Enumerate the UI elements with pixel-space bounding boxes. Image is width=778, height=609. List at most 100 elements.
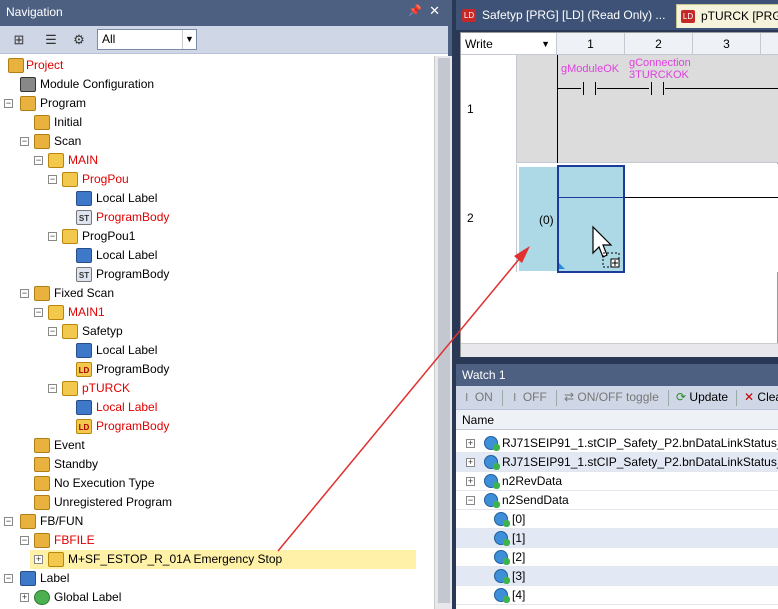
folder-icon bbox=[34, 495, 50, 510]
watch-row[interactable]: + RJ71SEIP91_1.stCIP_Safety_P2.bnDataLin… bbox=[456, 434, 778, 453]
ld-icon: LD bbox=[76, 419, 92, 434]
tree-item-programbody[interactable]: ST ProgramBody bbox=[0, 265, 434, 284]
global-label-icon bbox=[484, 474, 500, 489]
tree-item-local-label[interactable]: Local Label bbox=[0, 189, 434, 208]
tree-item-scan[interactable]: − Scan bbox=[0, 132, 434, 151]
clear-button[interactable]: ✕ Clear bbox=[744, 390, 778, 404]
tree-item-local-label[interactable]: Local Label bbox=[0, 398, 434, 417]
tree-item-fb-fun[interactable]: − FB/FUN bbox=[0, 512, 434, 531]
tree-item-main[interactable]: − MAIN bbox=[0, 151, 434, 170]
tab-pturck[interactable]: LD pTURCK [PRG] [LD] bbox=[676, 4, 778, 28]
refresh-icon: ⟳ bbox=[676, 390, 687, 404]
tree-item-emergency-stop-fb[interactable]: + M+SF_ESTOP_R_01A Emergency Stop bbox=[30, 550, 416, 569]
expand-icon[interactable]: + bbox=[466, 458, 475, 467]
watch-row[interactable]: [3] bbox=[456, 567, 778, 586]
project-icon bbox=[8, 58, 24, 73]
collapse-icon[interactable]: − bbox=[20, 137, 29, 146]
collapse-icon[interactable]: − bbox=[4, 517, 13, 526]
folder-icon bbox=[34, 438, 50, 453]
tree-item-initial[interactable]: Initial bbox=[0, 113, 434, 132]
contact-symbol bbox=[663, 82, 664, 95]
watch-row[interactable]: [0] bbox=[456, 510, 778, 529]
expand-icon[interactable]: + bbox=[466, 477, 475, 486]
corner-marker bbox=[559, 263, 565, 269]
on-button[interactable]: ⏽ ON bbox=[462, 390, 493, 405]
navigation-scrollbar[interactable] bbox=[434, 56, 452, 609]
fb-icon bbox=[48, 552, 64, 567]
power-rail bbox=[557, 55, 558, 163]
collapse-icon[interactable]: − bbox=[466, 496, 475, 505]
watch-row[interactable]: + n2RevData bbox=[456, 472, 778, 491]
separator bbox=[668, 390, 669, 406]
tree-item-module-configuration[interactable]: Module Configuration bbox=[0, 75, 434, 94]
watch-row[interactable]: [1] bbox=[456, 529, 778, 548]
tree-item-programbody[interactable]: LD ProgramBody bbox=[0, 417, 434, 436]
gear-icon[interactable]: ⚙ bbox=[68, 29, 90, 51]
collapse-icon[interactable]: − bbox=[34, 156, 43, 165]
ladder-scrollbar[interactable] bbox=[461, 343, 778, 357]
tree-item-standby[interactable]: Standby bbox=[0, 455, 434, 474]
global-label-icon bbox=[484, 493, 500, 508]
tree-item-local-label[interactable]: Local Label bbox=[0, 341, 434, 360]
mode-select[interactable]: Write ▼ bbox=[461, 33, 557, 55]
tree-item-unregistered-program[interactable]: Unregistered Program bbox=[0, 493, 434, 512]
st-icon: ST bbox=[76, 267, 92, 282]
collapse-icon[interactable]: − bbox=[20, 289, 29, 298]
tree-item-pturck[interactable]: − pTURCK bbox=[0, 379, 434, 398]
collapse-icon[interactable]: − bbox=[20, 536, 29, 545]
expand-icon[interactable]: + bbox=[466, 439, 475, 448]
watch-row[interactable]: [2] bbox=[456, 548, 778, 567]
tree-item-event[interactable]: Event bbox=[0, 436, 434, 455]
chevron-down-icon[interactable]: ▼ bbox=[182, 30, 196, 49]
tree-item-programbody[interactable]: LD ProgramBody bbox=[0, 360, 434, 379]
tree-item-local-label[interactable]: Local Label bbox=[0, 246, 434, 265]
tree-item-safetyp[interactable]: − Safetyp bbox=[0, 322, 434, 341]
tree-item-project[interactable]: Project bbox=[0, 56, 434, 75]
folder-icon bbox=[20, 96, 36, 111]
collapse-icon[interactable]: − bbox=[4, 99, 13, 108]
watch-row[interactable]: [4] bbox=[456, 586, 778, 605]
tree-item-label[interactable]: − Label bbox=[0, 569, 434, 588]
expand-icon[interactable]: + bbox=[34, 555, 43, 564]
column-header bbox=[761, 33, 778, 55]
cell-divider bbox=[559, 197, 623, 198]
ladder-editor[interactable]: Write ▼ 1 2 3 1 2 (0) gModuleOK gConnect… bbox=[460, 32, 778, 357]
global-label-icon bbox=[484, 436, 500, 451]
watch-row[interactable]: − n2SendData bbox=[456, 491, 778, 510]
tree-item-programbody[interactable]: ST ProgramBody bbox=[0, 208, 434, 227]
tree-item-fbfile[interactable]: − FBFILE bbox=[0, 531, 434, 550]
watch-row[interactable]: + RJ71SEIP91_1.stCIP_Safety_P2.bnDataLin… bbox=[456, 453, 778, 472]
on-off-toggle-button[interactable]: ⇄ ON/OFF toggle bbox=[564, 390, 659, 404]
collapse-icon[interactable]: − bbox=[34, 308, 43, 317]
collapse-icon[interactable]: ☰ bbox=[40, 29, 62, 51]
tree-item-fixed-scan[interactable]: − Fixed Scan bbox=[0, 284, 434, 303]
tree-item-program[interactable]: − Program bbox=[0, 94, 434, 113]
selected-cell[interactable] bbox=[557, 165, 625, 273]
filter-select[interactable]: All ▼ bbox=[97, 29, 197, 50]
collapse-icon[interactable]: − bbox=[48, 232, 57, 241]
tree-item-main1[interactable]: − MAIN1 bbox=[0, 303, 434, 322]
tab-safetyp[interactable]: LD Safetyp [PRG] [LD] (Read Only) ... bbox=[458, 4, 674, 28]
off-button[interactable]: ⏽ OFF bbox=[510, 390, 547, 405]
tree-item-progpou[interactable]: − ProgPou bbox=[0, 170, 434, 189]
scrollbar-thumb[interactable] bbox=[438, 58, 450, 603]
collapse-icon[interactable]: − bbox=[4, 574, 13, 583]
collapse-icon[interactable]: − bbox=[48, 327, 57, 336]
collapse-icon[interactable]: − bbox=[48, 175, 57, 184]
pou-icon bbox=[62, 172, 78, 187]
collapse-icon[interactable]: − bbox=[48, 384, 57, 393]
folder-icon bbox=[34, 286, 50, 301]
tree-item-global-label[interactable]: + Global Label bbox=[0, 588, 434, 607]
tree-item-no-execution-type[interactable]: No Execution Type bbox=[0, 474, 434, 493]
chevron-down-icon[interactable]: ▼ bbox=[541, 33, 550, 55]
tree-view-icon[interactable]: ⊞ bbox=[8, 29, 30, 51]
update-button[interactable]: ⟳ Update bbox=[676, 390, 728, 404]
close-icon[interactable]: ✕ bbox=[429, 3, 440, 19]
expand-icon[interactable]: + bbox=[20, 593, 29, 602]
pin-icon[interactable]: 📌 bbox=[408, 4, 422, 17]
folder-icon bbox=[34, 533, 50, 548]
pou-icon bbox=[62, 324, 78, 339]
ld-icon: LD bbox=[76, 362, 92, 377]
separator bbox=[502, 390, 503, 406]
tree-item-progpou1[interactable]: − ProgPou1 bbox=[0, 227, 434, 246]
